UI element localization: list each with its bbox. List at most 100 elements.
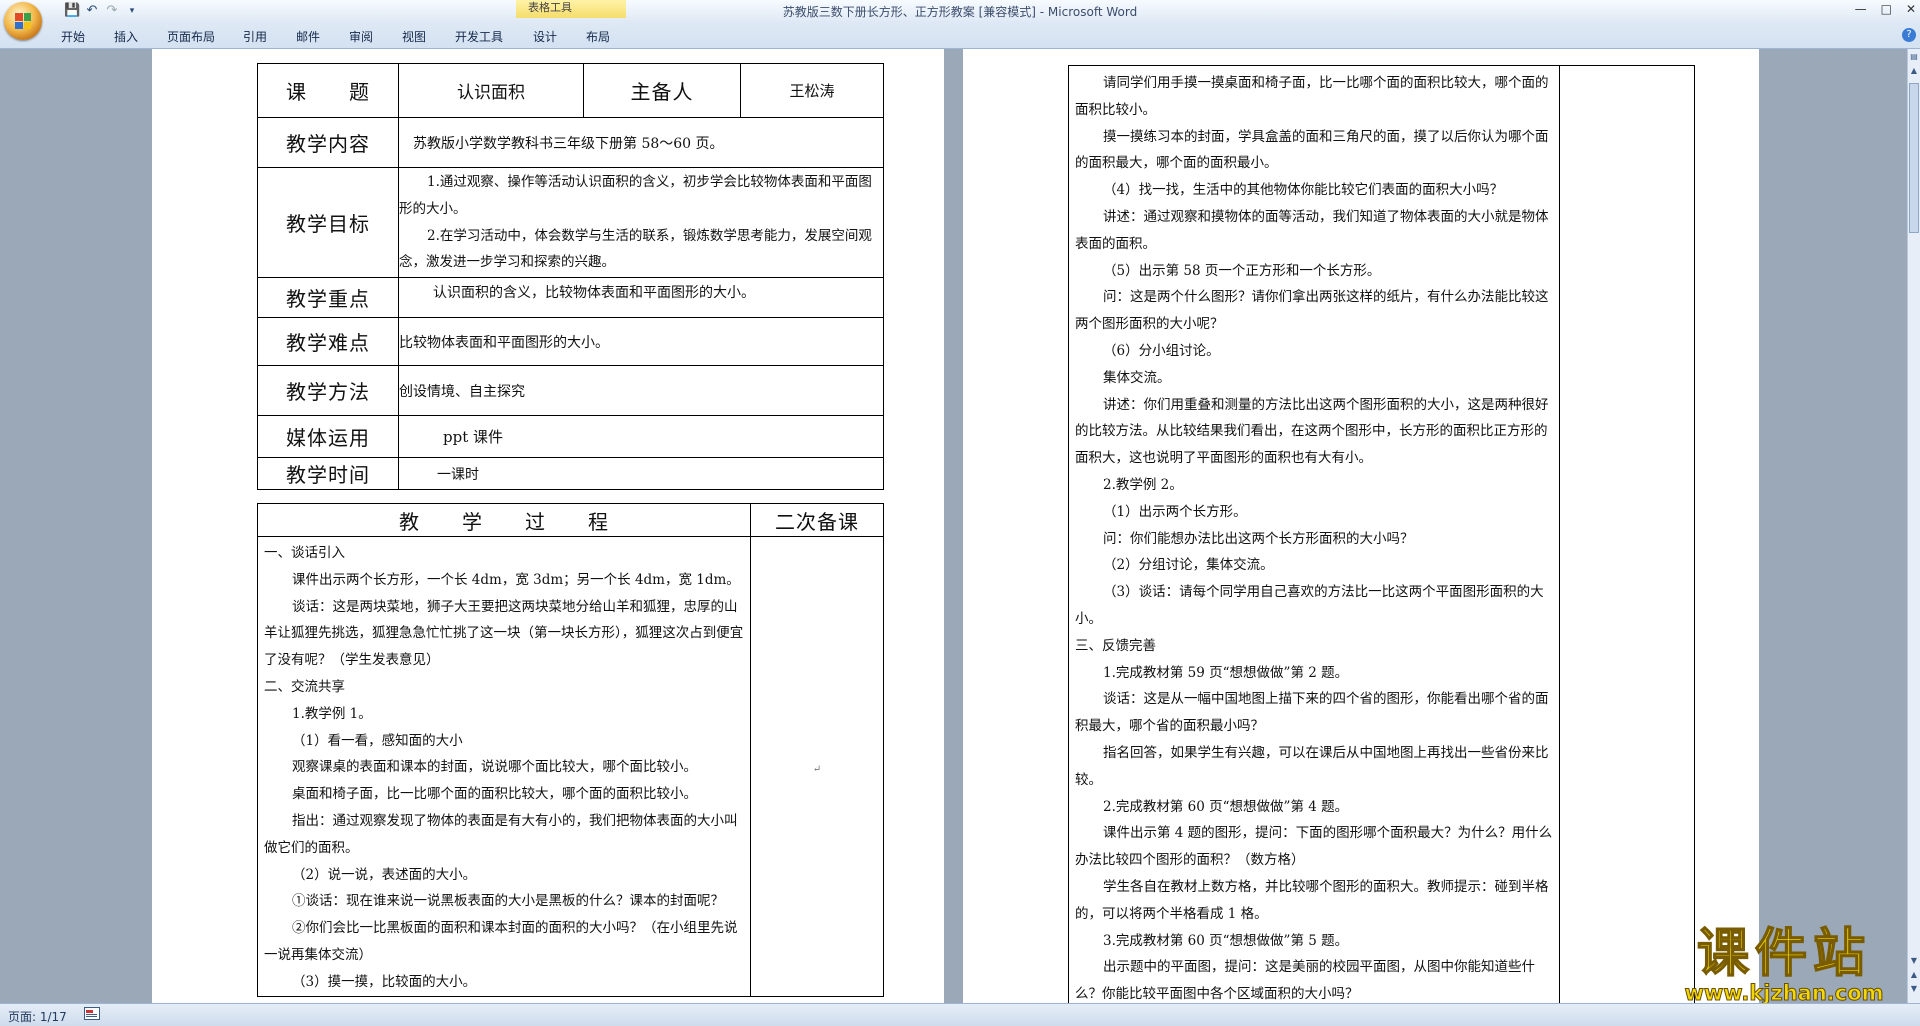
- page-1[interactable]: 课 题 认识面积 主备人 王松涛 教学内容 苏教版小学数学教科书三年级下册第 5…: [152, 49, 944, 1003]
- second-prep-cell[interactable]: ↵: [750, 536, 884, 997]
- process-right-paragraph: 问：你们能想办法比出这两个长方形面积的大小吗？: [1103, 530, 1414, 547]
- minimize-icon[interactable]: —: [1855, 2, 1867, 16]
- process-right-paragraph: 讲述：通过观察和摸物体的面等活动，我们知道了物体表面的大小就是物体表面的面积。: [1075, 208, 1549, 252]
- tab-developer[interactable]: 开发工具: [455, 28, 503, 45]
- process-right-paragraph: 学生各自在教材上数方格，并比较哪个图形的面积大。教师提示：碰到半格的，可以将两个…: [1075, 878, 1549, 922]
- media-label: 媒体运用: [257, 415, 399, 458]
- scrollbar-thumb[interactable]: [1909, 83, 1919, 233]
- content-value[interactable]: 苏教版小学数学教科书三年级下册第 58～60 页。: [398, 117, 884, 168]
- process-right-paragraph: 1.完成教材第 59 页“想想做做”第 2 题。: [1103, 664, 1349, 681]
- process-left-paragraph: ①谈话：现在谁来说一说黑板表面的大小是黑板的什么？课本的封面呢？: [292, 893, 724, 910]
- office-button[interactable]: [4, 2, 42, 40]
- preparer-label: 主备人: [583, 63, 741, 118]
- process-right-paragraph: （6）分小组讨论。: [1103, 342, 1220, 359]
- page-2[interactable]: 请同学们用手摸一摸桌面和椅子面，比一比哪个面的面积比较大，哪个面的面积比较小。摸…: [963, 49, 1759, 1009]
- process-left-paragraphs: 一、谈话引入 课件出示两个长方形，一个长 4dm，宽 3dm；另一个长 4dm，宽…: [264, 540, 744, 995]
- process-left-paragraph: 观察课桌的表面和课本的封面，说说哪个面比较大，哪个面比较小。: [292, 759, 697, 776]
- process-right-paragraph: （4）找一找，生活中的其他物体你能比较它们表面的面积大小吗？: [1103, 182, 1504, 199]
- goals-value[interactable]: 1.通过观察、操作等活动认识面积的含义，初步学会比较物体表面和平面图形的大小。 …: [398, 167, 884, 278]
- process-content-continued[interactable]: 请同学们用手摸一摸桌面和椅子面，比一比哪个面的面积比较大，哪个面的面积比较小。摸…: [1068, 65, 1560, 1009]
- time-value[interactable]: 一课时: [398, 457, 884, 490]
- help-icon[interactable]: ?: [1902, 28, 1916, 42]
- process-right-paragraphs: 请同学们用手摸一摸桌面和椅子面，比一比哪个面的面积比较大，哪个面的面积比较小。摸…: [1075, 70, 1553, 1007]
- process-left-paragraph: 1.教学例 1。: [292, 705, 372, 722]
- undo-icon[interactable]: ↶: [84, 3, 100, 19]
- tab-mailings[interactable]: 邮件: [296, 28, 320, 45]
- redo-icon[interactable]: ↷: [104, 3, 120, 19]
- content-label: 教学内容: [257, 117, 399, 168]
- process-left-paragraph: （1）看一看，感知面的大小: [292, 732, 463, 749]
- process-left-paragraph: 二、交流共享: [264, 678, 345, 695]
- watermark-url: www.kjzhan.com: [1684, 981, 1884, 1005]
- scroll-down-icon[interactable]: ▼: [1909, 955, 1919, 966]
- tab-view[interactable]: 视图: [402, 28, 426, 45]
- process-right-paragraph: 三、反馈完善: [1075, 637, 1156, 654]
- process-header: 教 学 过 程: [257, 503, 751, 537]
- media-value[interactable]: ppt 课件: [398, 415, 884, 458]
- process-right-paragraph: 3.完成教材第 60 页“想想做做”第 5 题。: [1103, 932, 1349, 949]
- process-left-paragraph: 指出：通过观察发现了物体的表面是有大有小的，我们把物体表面的大小叫做它们的面积。: [264, 812, 738, 856]
- tab-review[interactable]: 审阅: [349, 28, 373, 45]
- close-icon[interactable]: ✕: [1906, 2, 1916, 16]
- process-left-paragraph: （3）摸一摸，比较面的大小。: [292, 973, 477, 990]
- difficulty-label: 教学难点: [257, 317, 399, 366]
- window-title: 苏教版三数下册长方形、正方形教案 [兼容模式] - Microsoft Word: [782, 5, 1138, 19]
- page-counter[interactable]: 页面: 1/17: [8, 1008, 67, 1025]
- process-right-paragraph: 请同学们用手摸一摸桌面和椅子面，比一比哪个面的面积比较大，哪个面的面积比较小。: [1075, 75, 1549, 118]
- watermark-brand: 课件站: [1696, 924, 1871, 984]
- difficulty-value[interactable]: 比较物体表面和平面图形的大小。: [398, 317, 884, 366]
- process-left-paragraph: 谈话：这是两块菜地，狮子大王要把这两块菜地分给山羊和狐狸，忠厚的山羊让狐狸先挑选…: [264, 598, 744, 669]
- process-table: 教 学 过 程 二次备课 一、谈话引入 课件出示两个长方形，一个长 4dm，宽 3…: [257, 503, 884, 997]
- next-page-icon[interactable]: ▼: [1909, 983, 1919, 994]
- previous-page-icon[interactable]: ▲: [1909, 969, 1919, 980]
- status-bar: 页面: 1/17: [0, 1003, 1920, 1026]
- second-prep-header: 二次备课: [750, 503, 884, 537]
- goal-1: 1.通过观察、操作等活动认识面积的含义，初步学会比较物体表面和平面图形的大小。: [399, 173, 872, 217]
- process-right-paragraph: （3）谈话：请每个同学用自己喜欢的方法比一比这两个平面图形面积的大小。: [1075, 584, 1544, 627]
- tab-references[interactable]: 引用: [243, 28, 267, 45]
- process-right-paragraph: 摸一摸练习本的封面，学具盒盖的面和三角尺的面，摸了以后你认为哪个面的面积最大，哪…: [1075, 128, 1549, 172]
- tab-home[interactable]: 开始: [61, 28, 85, 45]
- ruler-toggle-icon[interactable]: ▤: [1909, 51, 1919, 62]
- process-right-paragraph: 2.教学例 2。: [1103, 476, 1183, 493]
- key-points-label: 教学重点: [257, 277, 399, 318]
- method-value[interactable]: 创设情境、自主探究: [398, 365, 884, 416]
- lesson-info-table: 课 题 认识面积 主备人 王松涛 教学内容 苏教版小学数学教科书三年级下册第 5…: [257, 63, 884, 490]
- topic-label: 课 题: [257, 63, 399, 118]
- process-right-paragraph: 集体交流。: [1103, 369, 1171, 386]
- process-content[interactable]: 一、谈话引入 课件出示两个长方形，一个长 4dm，宽 3dm；另一个长 4dm，宽…: [257, 536, 751, 997]
- key-points-value[interactable]: 认识面积的含义，比较物体表面和平面图形的大小。: [398, 277, 884, 318]
- method-label: 教学方法: [257, 365, 399, 416]
- tab-layout[interactable]: 布局: [586, 28, 610, 45]
- second-prep-cell-continued[interactable]: [1559, 65, 1695, 1009]
- process-right-paragraph: 谈话：这是从一幅中国地图上描下来的四个省的图形，你能看出哪个省的面积最大，哪个省…: [1075, 691, 1549, 735]
- site-watermark-logo: 课件站 www.kjzhan.com: [1668, 924, 1900, 1005]
- process-right-paragraph: （2）分组讨论，集体交流。: [1103, 557, 1274, 574]
- ribbon-tab-bar: 开始 插入 页面布局 引用 邮件 审阅 视图 开发工具 设计 布局 ?: [0, 22, 1920, 49]
- scroll-up-icon[interactable]: ▲: [1909, 65, 1919, 76]
- tab-page-layout[interactable]: 页面布局: [167, 28, 215, 45]
- office-logo-icon: [15, 13, 31, 29]
- save-icon[interactable]: 💾: [64, 3, 80, 19]
- process-left-paragraph: 一、谈话引入: [264, 545, 345, 561]
- title-bar: 表格工具 苏教版三数下册长方形、正方形教案 [兼容模式] - Microsoft…: [0, 0, 1920, 22]
- customize-dropdown-icon[interactable]: ▾: [124, 3, 140, 19]
- process-left-paragraph: 桌面和椅子面，比一比哪个面的面积比较大，哪个面的面积比较小。: [292, 786, 697, 803]
- goals-label: 教学目标: [257, 167, 399, 278]
- topic-value[interactable]: 认识面积: [398, 63, 584, 118]
- process-right-paragraph: （1）出示两个长方形。: [1103, 503, 1247, 520]
- preparer-value[interactable]: 王松涛: [740, 63, 884, 118]
- process-right-paragraph: 出示题中的平面图，提问：这是美丽的校园平面图，从图中你能知道些什么？你能比较平面…: [1075, 959, 1535, 1003]
- window-controls: — □ ✕: [1855, 2, 1916, 16]
- cell-end-mark: ↵: [812, 763, 822, 775]
- process-right-paragraph: 问：这是两个什么图形？请你们拿出两张这样的纸片，有什么办法能比较这两个图形面积的…: [1075, 289, 1549, 333]
- maximize-icon[interactable]: □: [1881, 2, 1892, 16]
- goal-2: 2.在学习活动中，体会数学与生活的联系，锻炼数学思考能力，发展空间观念，激发进一…: [399, 227, 872, 271]
- tab-insert[interactable]: 插入: [114, 28, 138, 45]
- time-label: 教学时间: [257, 457, 399, 490]
- tab-design[interactable]: 设计: [533, 28, 557, 45]
- process-table-continued: 请同学们用手摸一摸桌面和椅子面，比一比哪个面的面积比较大，哪个面的面积比较小。摸…: [1068, 65, 1695, 1009]
- vertical-scrollbar[interactable]: ▤ ▲ ▼ ▲ ▼: [1907, 49, 1920, 1003]
- language-icon[interactable]: [84, 1007, 100, 1020]
- process-right-paragraph: 2.完成教材第 60 页“想想做做”第 4 题。: [1103, 798, 1349, 815]
